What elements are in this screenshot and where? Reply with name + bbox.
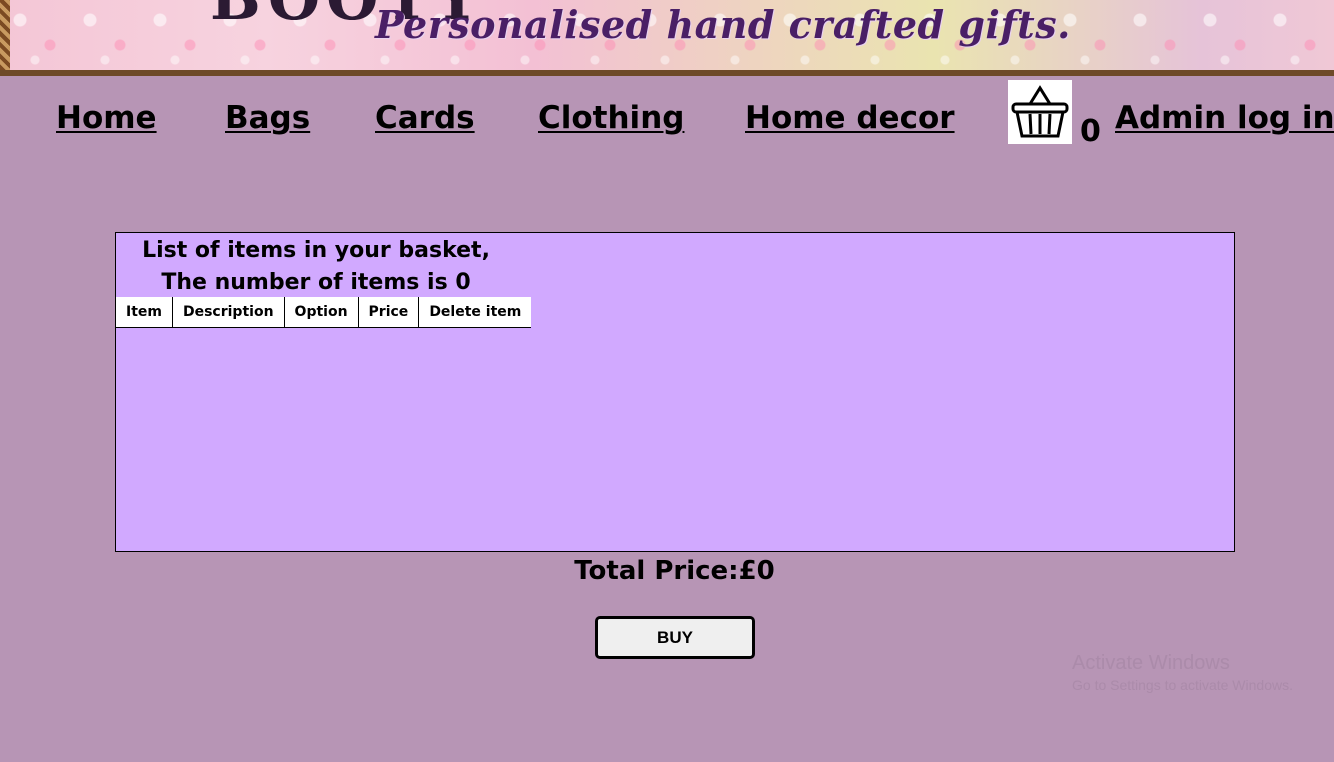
nav-home-decor-link[interactable]: Home decor xyxy=(745,100,955,136)
header-banner: BOOTY Personalised hand crafted gifts. xyxy=(0,0,1334,76)
nav-home-link[interactable]: Home xyxy=(56,100,157,136)
basket-panel: List of items in your basket, The number… xyxy=(115,232,1235,552)
table-header-row: Item Description Option Price Delete ite… xyxy=(116,297,532,328)
nav-cards-link[interactable]: Cards xyxy=(375,100,475,136)
watermark-line-1: Activate Windows xyxy=(1072,652,1230,674)
column-header-delete-item: Delete item xyxy=(418,297,532,328)
column-header-item: Item xyxy=(116,297,173,328)
buy-button[interactable]: BUY xyxy=(595,616,755,659)
basket-table: Item Description Option Price Delete ite… xyxy=(116,297,532,328)
column-header-price: Price xyxy=(357,297,419,328)
column-header-description: Description xyxy=(171,297,285,328)
windows-activation-watermark: Activate Windows Go to Settings to activ… xyxy=(1072,652,1293,693)
column-header-option: Option xyxy=(283,297,359,328)
basket-count: 0 xyxy=(1080,114,1101,149)
watermark-line-2: Go to Settings to activate Windows. xyxy=(1072,677,1293,693)
basket-button[interactable] xyxy=(1008,80,1072,144)
admin-login-link[interactable]: Admin log in xyxy=(1115,100,1334,136)
site-tagline: Personalised hand crafted gifts. xyxy=(375,2,1071,47)
nav-bags-link[interactable]: Bags xyxy=(225,100,310,136)
nav-clothing-link[interactable]: Clothing xyxy=(538,100,684,136)
basket-panel-title: List of items in your basket, The number… xyxy=(142,238,490,295)
total-price: Total Price:£0 xyxy=(574,556,775,586)
shopping-basket-icon xyxy=(1011,85,1069,138)
